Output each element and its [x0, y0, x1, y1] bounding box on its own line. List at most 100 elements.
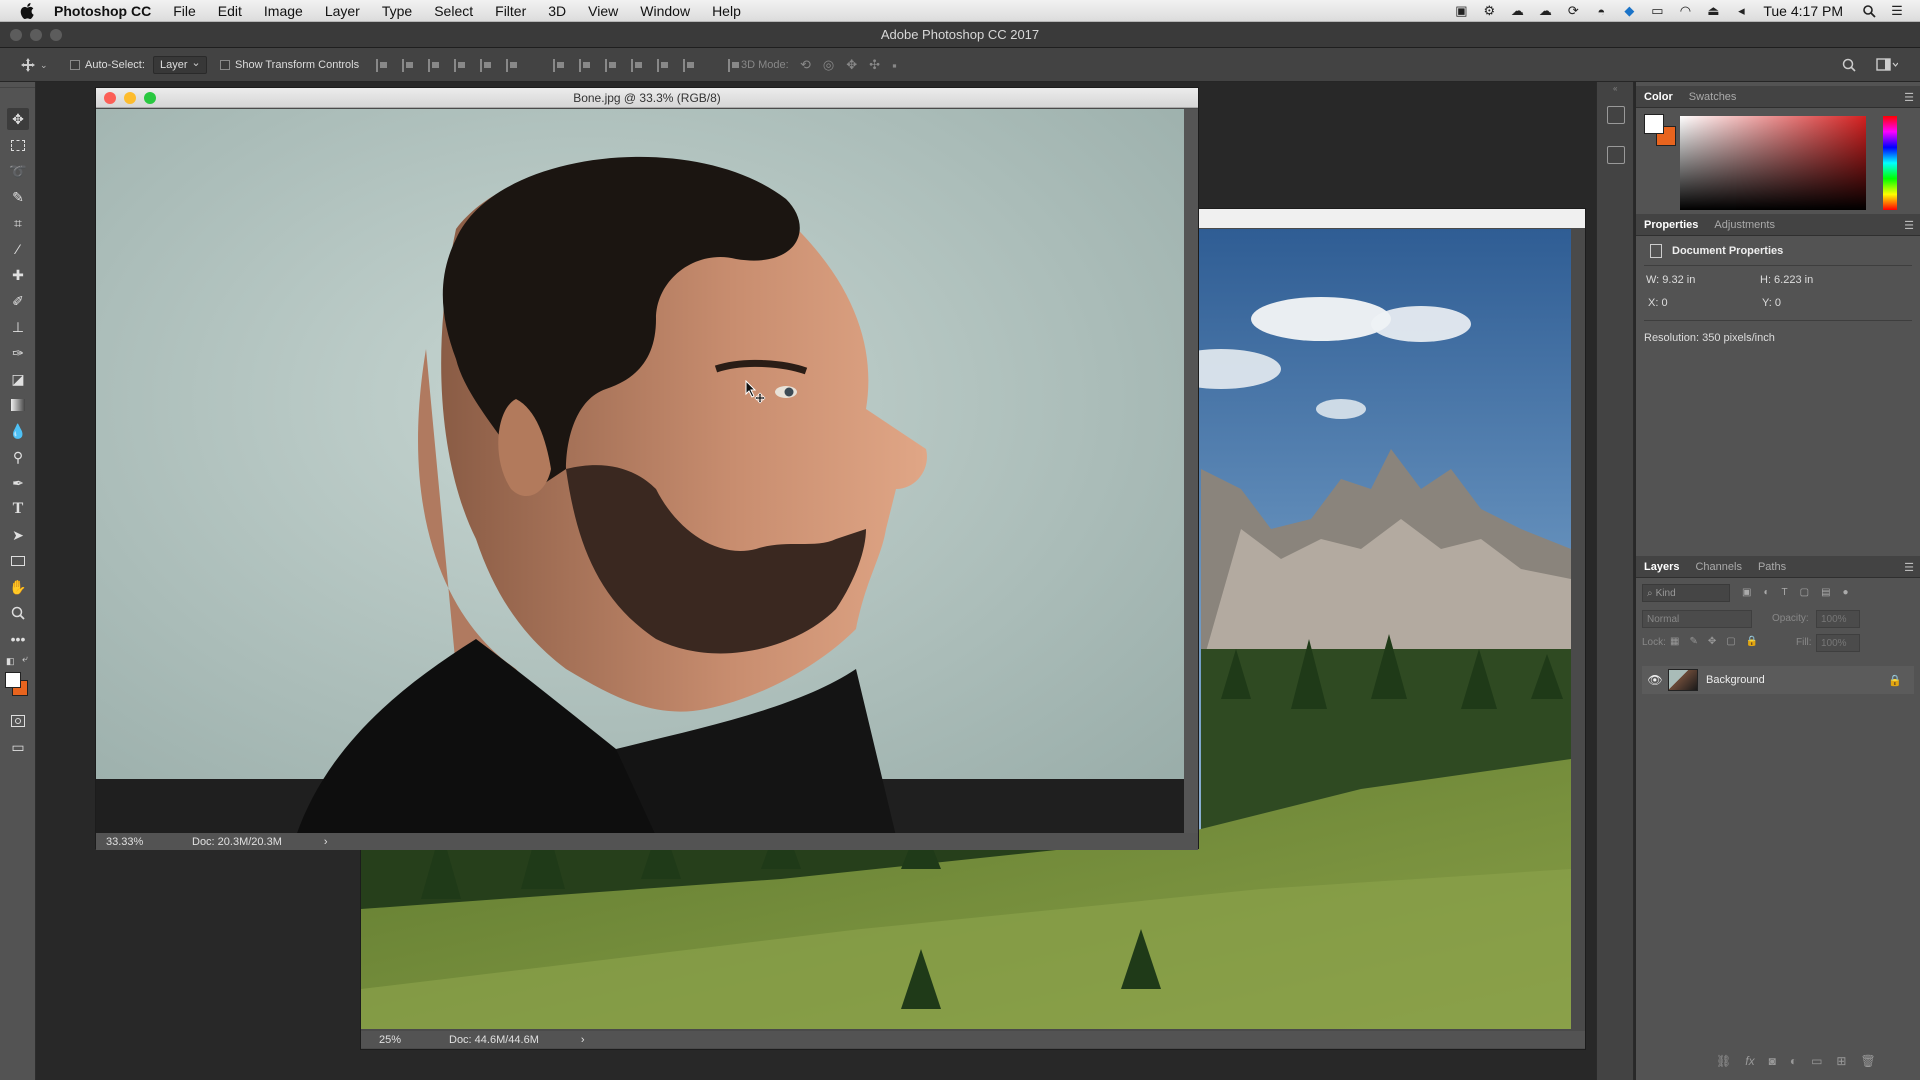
screen-record-icon[interactable]: ▣ [1452, 3, 1470, 18]
filter-adjustment-icon[interactable]: ◐ [1763, 587, 1769, 598]
add-mask-icon[interactable]: ◙ [1769, 1054, 1776, 1068]
y-field[interactable]: Y: 0 [1762, 297, 1781, 309]
airplay-icon[interactable]: ▭ [1648, 3, 1666, 18]
auto-select-checkbox[interactable] [70, 60, 80, 70]
quick-mask-icon[interactable] [7, 710, 29, 732]
eyedropper-tool-icon[interactable]: ⁄ [7, 238, 29, 260]
new-layer-icon[interactable]: ⊞ [1836, 1054, 1846, 1068]
3d-roll-icon[interactable]: ◎ [823, 57, 834, 73]
path-selection-tool-icon[interactable]: ➤ [7, 524, 29, 546]
filter-toggle-icon[interactable]: ● [1843, 587, 1849, 598]
spotlight-search-icon[interactable] [1860, 4, 1878, 18]
eye-visibility-icon[interactable]: 👁 [1642, 673, 1668, 687]
3d-pan-icon[interactable]: ✥ [846, 57, 857, 73]
cloud-icon[interactable]: ☁ [1536, 3, 1554, 18]
pen-tool-icon[interactable]: ✒ [7, 472, 29, 494]
eject-icon[interactable]: ⏏ [1704, 3, 1722, 18]
3d-scale-icon[interactable]: ▪ [892, 58, 897, 73]
history-panel-icon[interactable] [1607, 106, 1625, 124]
rectangle-tool-icon[interactable] [7, 550, 29, 572]
distribute-hcenter-icon[interactable] [657, 58, 670, 72]
align-right-icon[interactable] [506, 58, 519, 72]
landscape-zoom-level[interactable]: 25% [379, 1034, 449, 1046]
menu-select[interactable]: Select [434, 3, 473, 19]
align-bottom-icon[interactable] [428, 58, 441, 72]
foreground-color-swatch[interactable] [5, 672, 21, 688]
move-tool-preset-picker[interactable]: ⌄ [20, 48, 48, 82]
menu-3d[interactable]: 3D [548, 3, 566, 19]
link-layers-icon[interactable]: ⛓ [1716, 1054, 1731, 1068]
menu-clock[interactable]: Tue 4:17 PM [1763, 3, 1843, 19]
lock-position-icon[interactable]: ✥ [1708, 636, 1716, 647]
brush-tool-icon[interactable]: ✐ [7, 290, 29, 312]
dodge-tool-icon[interactable]: ⚲ [7, 446, 29, 468]
eraser-tool-icon[interactable]: ◪ [7, 368, 29, 390]
color-field[interactable] [1680, 116, 1866, 210]
menu-image[interactable]: Image [264, 3, 303, 19]
menu-app-name[interactable]: Photoshop CC [54, 3, 151, 19]
tab-color[interactable]: Color [1636, 91, 1681, 103]
dropbox-icon[interactable]: ◆ [1620, 3, 1638, 18]
crop-tool-icon[interactable]: ⌗ [7, 212, 29, 234]
default-colors-icon[interactable]: ◧ [6, 656, 15, 667]
type-tool-icon[interactable]: T [7, 498, 29, 520]
chevron-right-icon[interactable]: › [581, 1034, 585, 1046]
panel-menu-icon[interactable]: ☰ [1904, 219, 1914, 232]
fx-icon[interactable]: fx [1745, 1054, 1754, 1068]
distribute-top-icon[interactable] [553, 58, 566, 72]
healing-brush-tool-icon[interactable]: ✚ [7, 264, 29, 286]
portrait-document-window[interactable]: Bone.jpg @ 33.3% (RGB/8) 33.33% Doc: 20.… [95, 87, 1199, 850]
apple-menu-icon[interactable] [20, 2, 36, 19]
notification-center-icon[interactable]: ☰ [1888, 3, 1906, 18]
show-transform-checkbox[interactable] [220, 60, 230, 70]
blend-mode-dropdown[interactable]: Normal [1642, 610, 1752, 628]
edit-toolbar-icon[interactable]: ••• [7, 628, 29, 650]
properties-panel-icon[interactable] [1607, 146, 1625, 164]
swap-colors-icon[interactable]: ⤶ [22, 654, 28, 665]
menu-window[interactable]: Window [640, 3, 690, 19]
align-hcenter-icon[interactable] [480, 58, 493, 72]
gradient-tool-icon[interactable] [7, 394, 29, 416]
menu-type[interactable]: Type [382, 3, 412, 19]
3d-rotate-icon[interactable]: ⟲ [800, 57, 811, 73]
align-top-icon[interactable] [376, 58, 389, 72]
fill-field[interactable]: 100% [1816, 634, 1860, 652]
move-tool-icon[interactable]: ✥ [7, 108, 29, 130]
chevron-right-icon[interactable]: › [324, 836, 328, 848]
distribute-bottom-icon[interactable] [605, 58, 618, 72]
panel-foreground-swatch[interactable] [1644, 114, 1664, 134]
blur-tool-icon[interactable]: 💧 [7, 420, 29, 442]
height-field[interactable]: H: 6.223 in [1760, 274, 1813, 286]
distribute-vcenter-icon[interactable] [579, 58, 592, 72]
align-left-icon[interactable] [454, 58, 467, 72]
tab-swatches[interactable]: Swatches [1681, 91, 1745, 103]
panel-menu-icon[interactable]: ☰ [1904, 91, 1914, 104]
screen-mode-icon[interactable]: ▭ [7, 736, 29, 758]
opacity-field[interactable]: 100% [1816, 610, 1860, 628]
volume-icon[interactable]: ◂ [1732, 3, 1750, 18]
quick-selection-tool-icon[interactable]: ✎ [7, 186, 29, 208]
new-group-icon[interactable]: ▭ [1811, 1054, 1822, 1068]
layer-row-background[interactable]: 👁 Background 🔒 [1642, 666, 1914, 694]
layer-name[interactable]: Background [1706, 674, 1765, 686]
menu-view[interactable]: View [588, 3, 618, 19]
filter-smart-object-icon[interactable]: ▤ [1821, 587, 1830, 598]
menu-layer[interactable]: Layer [325, 3, 360, 19]
layer-filter-kind[interactable]: ⌕ Kind [1642, 584, 1730, 602]
distribute-right-icon[interactable] [683, 58, 696, 72]
3d-slide-icon[interactable]: ✣ [869, 57, 880, 73]
tab-properties[interactable]: Properties [1636, 219, 1706, 231]
clone-stamp-tool-icon[interactable]: ⊥ [7, 316, 29, 338]
history-brush-tool-icon[interactable]: ✑ [7, 342, 29, 364]
workspace-switcher-icon[interactable] [1876, 48, 1898, 82]
portrait-document-titlebar[interactable]: Bone.jpg @ 33.3% (RGB/8) [96, 88, 1198, 108]
creative-cloud-icon[interactable]: ☁ [1508, 3, 1526, 18]
lock-artboard-icon[interactable]: ▢ [1726, 636, 1735, 647]
align-vcenter-icon[interactable] [402, 58, 415, 72]
wifi-icon[interactable]: ◠ [1676, 3, 1694, 18]
menu-help[interactable]: Help [712, 3, 741, 19]
menu-filter[interactable]: Filter [495, 3, 526, 19]
auto-select-dropdown[interactable]: Layer [153, 56, 207, 74]
lock-pixels-icon[interactable]: ✎ [1689, 636, 1697, 647]
sync-icon[interactable]: ⟳ [1564, 3, 1582, 18]
